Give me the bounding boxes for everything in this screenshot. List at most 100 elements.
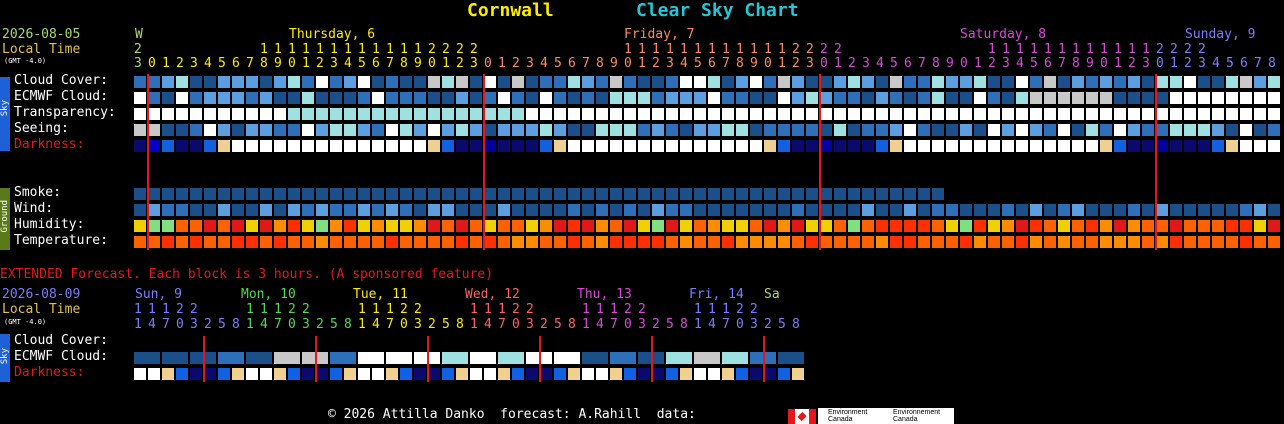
hour-digit: 5 (666, 317, 674, 332)
darkness-block (1156, 140, 1168, 152)
wind-block (358, 204, 370, 216)
cloud-cover-block (792, 76, 804, 88)
transparency-block (176, 108, 188, 120)
smoke-block (316, 188, 328, 200)
ecmwf-cloud-block (988, 92, 1000, 104)
darkness-block (806, 140, 818, 152)
seeing-block (204, 124, 216, 136)
darkness-block (582, 140, 594, 152)
temperature-block (190, 236, 202, 248)
ecmwf-cloud-block (1044, 92, 1056, 104)
cloud-cover-block (1016, 76, 1028, 88)
cloud-cover-block (750, 76, 762, 88)
temperature-block (260, 236, 272, 248)
ext-midnight-line (427, 336, 429, 382)
ext-darkness-block (708, 368, 720, 380)
cloud-cover-block (246, 76, 258, 88)
transparency-block (372, 108, 384, 120)
humidity-block (190, 220, 202, 232)
seeing-block (218, 124, 230, 136)
ecmwf-cloud-block (218, 92, 230, 104)
ext-darkness-block (330, 368, 342, 380)
wind-block (330, 204, 342, 216)
cloud-cover-block (1044, 76, 1056, 88)
transparency-block (932, 108, 944, 120)
ext-darkness-block (134, 368, 146, 380)
humidity-block (806, 220, 818, 232)
seeing-block (1240, 124, 1252, 136)
cloud-cover-block (260, 76, 272, 88)
hour-digit: 8 (568, 317, 576, 332)
ext-darkness-block (596, 368, 608, 380)
wind-block (526, 204, 538, 216)
seeing-block (1170, 124, 1182, 136)
hour-digit: 2 (414, 302, 422, 317)
seeing-block (680, 124, 692, 136)
humidity-block (834, 220, 846, 232)
humidity-block (302, 220, 314, 232)
cloud-cover-block (610, 76, 622, 88)
ecmwf-cloud-block (372, 92, 384, 104)
footer-credits: © 2026 Attilla Danko forecast: A.Rahill … (328, 407, 696, 422)
hour-digit: 1 (708, 302, 716, 317)
ext-ecmwf-cloud-block (526, 352, 552, 364)
darkness-block (1170, 140, 1182, 152)
smoke-block (792, 188, 804, 200)
darkness-block (400, 140, 412, 152)
smoke-block (610, 188, 622, 200)
darkness-block (778, 140, 790, 152)
hour-digit: 1 (498, 302, 506, 317)
darkness-block (568, 140, 580, 152)
wind-block (1184, 204, 1196, 216)
wind-block (246, 204, 258, 216)
wind-block (610, 204, 622, 216)
seeing-block (400, 124, 412, 136)
seeing-block (904, 124, 916, 136)
environment-canada-logo[interactable]: Environment Canada Environnement Canada (818, 408, 954, 424)
hour-digit: 3 (302, 317, 310, 332)
humidity-block (1212, 220, 1224, 232)
canada-flag-icon[interactable] (788, 409, 816, 424)
seeing-block (176, 124, 188, 136)
extended-date: 2026-08-09 (2, 287, 81, 302)
seeing-block (162, 124, 174, 136)
transparency-block (162, 108, 174, 120)
ecmwf-cloud-block (162, 92, 174, 104)
transparency-block (1058, 108, 1070, 120)
darkness-block (484, 140, 496, 152)
smoke-block (540, 188, 552, 200)
humidity-block (526, 220, 538, 232)
seeing-block (960, 124, 972, 136)
darkness-block (386, 140, 398, 152)
transparency-block (316, 108, 328, 120)
ecmwf-cloud-block (176, 92, 188, 104)
ext-darkness-block (652, 368, 664, 380)
temperature-block (792, 236, 804, 248)
temperature-block (820, 236, 832, 248)
temperature-block (610, 236, 622, 248)
wind-block (722, 204, 734, 216)
ecmwf-cloud-block (330, 92, 342, 104)
smoke-block (862, 188, 874, 200)
extended-note: EXTENDED Forecast. Each block is 3 hours… (0, 267, 494, 282)
darkness-block (190, 140, 202, 152)
seeing-block (260, 124, 272, 136)
darkness-block (1254, 140, 1266, 152)
ext-ecmwf-cloud-block (442, 352, 468, 364)
seeing-block (456, 124, 468, 136)
cloud-cover-block (722, 76, 734, 88)
humidity-block (372, 220, 384, 232)
seeing-block (554, 124, 566, 136)
smoke-block (624, 188, 636, 200)
hour-digit: 2 (204, 317, 212, 332)
seeing-block (1198, 124, 1210, 136)
ext-darkness-block (484, 368, 496, 380)
transparency-block (218, 108, 230, 120)
transparency-block (1170, 108, 1182, 120)
humidity-block (890, 220, 902, 232)
humidity-block (792, 220, 804, 232)
cloud-cover-block (694, 76, 706, 88)
hour-digit: 0 (512, 317, 520, 332)
transparency-block (750, 108, 762, 120)
hour-digit: 2 (526, 302, 534, 317)
